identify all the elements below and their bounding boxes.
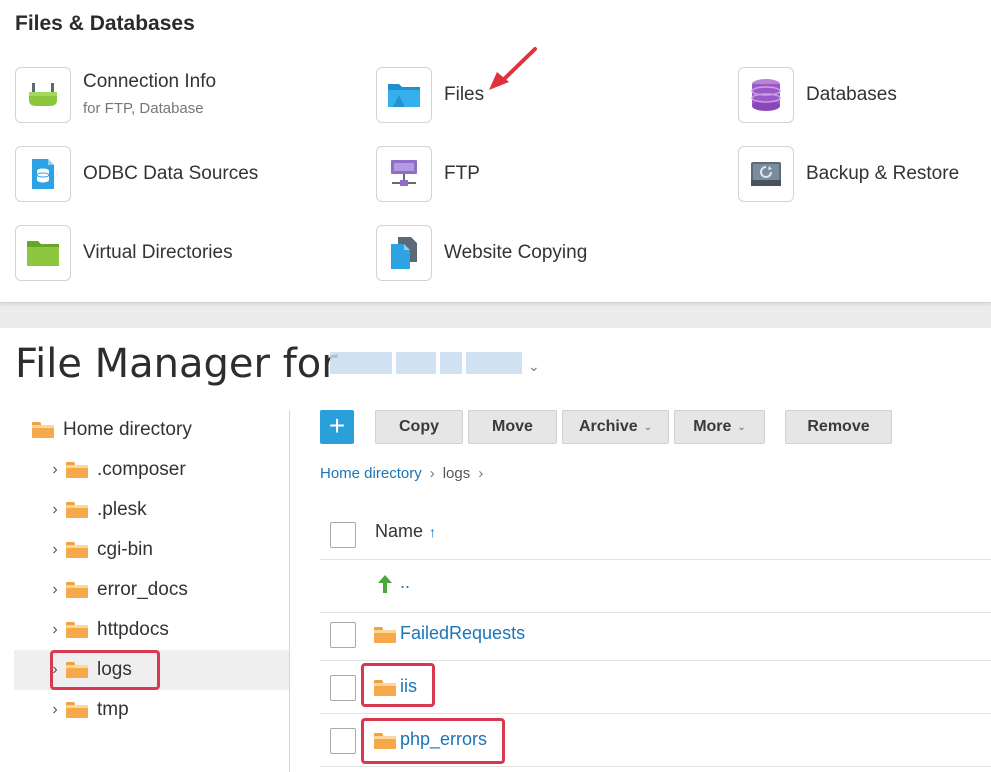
chevron-right-icon: › (478, 465, 484, 482)
chevron-right-icon[interactable]: › (48, 501, 62, 519)
folder-icon (66, 582, 88, 598)
button-label: Copy (399, 418, 439, 435)
tool-label: Connection Info (83, 70, 217, 92)
chevron-right-icon: › (429, 465, 435, 482)
backup-restore-icon (738, 146, 794, 202)
folder-icon (66, 622, 88, 638)
tool-label: ODBC Data Sources (83, 163, 259, 184)
tree-item-label: error_docs (97, 579, 188, 600)
file-list-header: Name ↑ (320, 510, 991, 560)
virtual-directory-icon (15, 225, 71, 281)
files-folder-icon (376, 67, 432, 123)
chevron-down-icon: ⌄ (643, 421, 653, 433)
highlight-box (361, 718, 505, 764)
name-column-header[interactable]: Name ↑ (375, 521, 436, 542)
tool-sublabel: for FTP, Database (83, 99, 204, 117)
tool-backup-restore[interactable]: Backup & Restore (738, 145, 959, 203)
go-up-arrow-icon (378, 575, 392, 593)
page-title: File Manager for (15, 341, 338, 387)
table-row-parent[interactable]: .. (320, 560, 991, 613)
tool-files[interactable]: Files (376, 66, 484, 124)
tool-label: Databases (806, 84, 897, 105)
chevron-right-icon[interactable]: › (48, 621, 62, 639)
breadcrumb-home-link[interactable]: Home directory (320, 465, 422, 482)
tree-item-tmp[interactable]: › tmp (48, 690, 129, 730)
tree-item-composer[interactable]: › .composer (48, 450, 186, 490)
tool-label: Files (444, 84, 485, 105)
website-copy-icon (376, 225, 432, 281)
remove-button[interactable]: Remove (785, 410, 892, 444)
directory-tree: Home directory › .composer › .plesk › cg… (0, 410, 290, 772)
row-checkbox[interactable] (330, 622, 356, 648)
tool-ftp[interactable]: FTP (376, 145, 480, 203)
tool-connection-info[interactable]: Connection Info for FTP, Database (15, 66, 216, 124)
copy-button[interactable]: Copy (375, 410, 463, 444)
add-button[interactable]: + (320, 410, 354, 444)
tree-item-label: .composer (97, 459, 186, 480)
tool-label: Virtual Directories (83, 242, 233, 263)
file-manager: File Manager for ⌄ Home directory › .com… (0, 328, 991, 772)
sort-ascending-icon: ↑ (429, 524, 437, 540)
chevron-down-icon[interactable]: ⌄ (528, 358, 540, 375)
tool-website-copying[interactable]: Website Copying (376, 224, 587, 282)
folder-icon (66, 502, 88, 518)
tree-item-label: cgi-bin (97, 539, 153, 560)
tree-item-label: Home directory (63, 419, 192, 440)
section-title: Files & Databases (15, 12, 195, 35)
highlight-box (361, 663, 435, 707)
tree-item-label: .plesk (97, 499, 147, 520)
folder-icon (374, 627, 396, 643)
archive-button[interactable]: Archive ⌄ (562, 410, 669, 444)
button-label: Archive (578, 418, 638, 435)
ftp-network-icon (376, 146, 432, 202)
chevron-right-icon[interactable]: › (48, 581, 62, 599)
more-button[interactable]: More ⌄ (674, 410, 765, 444)
red-pointer-arrow-icon (489, 47, 537, 90)
select-all-checkbox[interactable] (330, 522, 356, 548)
tree-item-plesk[interactable]: › .plesk (48, 490, 147, 530)
tree-item-label: httpdocs (97, 619, 169, 640)
tool-label: Website Copying (444, 242, 588, 263)
breadcrumb: Home directory › logs › (320, 465, 491, 482)
column-label: Name (375, 521, 424, 541)
tree-item-label: tmp (97, 699, 129, 720)
parent-directory-link[interactable]: .. (400, 572, 410, 593)
file-name-link[interactable]: FailedRequests (400, 623, 525, 644)
breadcrumb-current: logs (442, 465, 471, 482)
chevron-right-icon[interactable]: › (48, 701, 62, 719)
tree-item-error-docs[interactable]: › error_docs (48, 570, 188, 610)
odbc-icon (15, 146, 71, 202)
folder-icon (32, 422, 54, 438)
highlight-box (50, 650, 160, 690)
tree-item-home-directory[interactable]: Home directory (32, 410, 192, 450)
tree-item-httpdocs[interactable]: › httpdocs (48, 610, 169, 650)
row-checkbox[interactable] (330, 675, 356, 701)
tool-odbc-data-sources[interactable]: ODBC Data Sources (15, 145, 258, 203)
tool-label: FTP (444, 163, 480, 184)
tool-label: Backup & Restore (806, 163, 960, 184)
tool-virtual-directories[interactable]: Virtual Directories (15, 224, 233, 282)
database-icon (738, 67, 794, 123)
button-label: Move (492, 418, 533, 435)
table-row[interactable]: FailedRequests (320, 608, 991, 661)
folder-icon (66, 542, 88, 558)
row-checkbox[interactable] (330, 728, 356, 754)
folder-icon (66, 702, 88, 718)
chevron-down-icon: ⌄ (737, 421, 746, 433)
button-label: Remove (807, 418, 870, 435)
chevron-right-icon[interactable]: › (48, 541, 62, 559)
folder-icon (66, 462, 88, 478)
tree-item-cgi-bin[interactable]: › cgi-bin (48, 530, 153, 570)
tool-databases[interactable]: Databases (738, 66, 897, 124)
files-databases-panel: Files & Databases Connection Info for FT… (0, 0, 991, 303)
button-label: More (693, 418, 732, 435)
move-button[interactable]: Move (468, 410, 557, 444)
connection-plug-icon (15, 67, 71, 123)
chevron-right-icon[interactable]: › (48, 461, 62, 479)
domain-selector[interactable] (330, 352, 522, 374)
